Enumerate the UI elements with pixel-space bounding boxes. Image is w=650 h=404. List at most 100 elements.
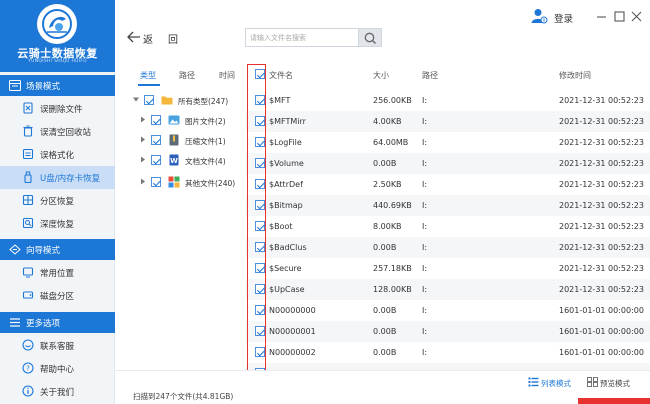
column-header-modified[interactable]: 修改时间	[559, 70, 591, 81]
list-mode-button[interactable]: 列表模式	[541, 378, 571, 389]
sidebar-item-help-center[interactable]: ? 帮助中心	[0, 357, 115, 380]
user-icon[interactable]	[530, 7, 548, 25]
row-checkbox[interactable]	[255, 305, 265, 315]
tree-node-label: 文档文件(4)	[185, 157, 226, 166]
file-modified-cell: 2021-12-31 00:52:23	[559, 201, 644, 210]
tab-type[interactable]: 类型	[140, 70, 156, 81]
sidebar-item-label: 误清空回收站	[40, 128, 92, 138]
file-size-cell: 0.00B	[373, 306, 397, 315]
preview-mode-button[interactable]: 预览模式	[600, 378, 630, 389]
row-checkbox[interactable]	[255, 116, 265, 126]
preview-mode-icon[interactable]	[587, 377, 598, 387]
table-row[interactable]: N00000002 0.00B I: 1601-01-01 00:00:00	[246, 342, 650, 363]
sidebar-item-common-locations[interactable]: 常用位置	[0, 261, 115, 284]
table-row[interactable]: $AttrDef 2.50KB I: 2021-12-31 00:52:23	[246, 174, 650, 195]
location-icon	[22, 267, 34, 278]
maximize-icon[interactable]	[614, 11, 625, 22]
sidebar-item-label: 联系客服	[40, 342, 75, 352]
sidebar-item-label: 误格式化	[40, 151, 75, 161]
select-all-checkbox[interactable]	[255, 69, 265, 79]
sidebar-item-usb-recovery[interactable]: U盘/内存卡恢复	[0, 166, 115, 189]
back-button[interactable]: 返	[143, 31, 153, 46]
tree-node-images[interactable]: 图片文件(2)	[115, 110, 246, 130]
sidebar-item-disk-partition[interactable]: 磁盘分区	[0, 284, 115, 307]
tree-checkbox[interactable]	[151, 115, 161, 125]
table-row[interactable]: $UpCase 128.00KB I: 2021-12-31 00:52:23	[246, 279, 650, 300]
row-checkbox[interactable]	[255, 347, 265, 357]
row-checkbox[interactable]	[255, 242, 265, 252]
file-size-cell: 4.00KB	[373, 117, 402, 126]
info-icon	[22, 385, 34, 397]
tree-node-all-types[interactable]: 所有类型(247)	[115, 90, 246, 110]
tab-path[interactable]: 路径	[179, 70, 195, 81]
table-row[interactable]: $Boot 8.00KB I: 2021-12-31 00:52:23	[246, 216, 650, 237]
tree-node-documents[interactable]: W 文档文件(4)	[115, 150, 246, 170]
close-icon[interactable]	[631, 11, 642, 22]
sidebar-item-recycle-bin[interactable]: 误清空回收站	[0, 120, 115, 143]
table-row[interactable]: $MFT 256.00KB I: 2021-12-31 00:52:23	[246, 90, 650, 111]
row-checkbox[interactable]	[255, 200, 265, 210]
search-button[interactable]	[359, 28, 382, 47]
row-checkbox[interactable]	[255, 263, 265, 273]
caret-right-icon[interactable]	[140, 116, 146, 123]
file-size-cell: 0.00B	[373, 348, 397, 357]
tree-checkbox[interactable]	[151, 177, 161, 187]
row-checkbox[interactable]	[255, 179, 265, 189]
file-name-cell: $Volume	[269, 159, 304, 168]
sidebar-item-deleted-files[interactable]: 误删除文件	[0, 97, 115, 120]
tab-time[interactable]: 时间	[219, 70, 235, 81]
file-path-cell: I:	[422, 201, 428, 210]
column-header-path[interactable]: 路径	[422, 70, 438, 81]
active-tab-indicator	[138, 84, 160, 86]
file-path-cell: I:	[422, 264, 428, 273]
table-row[interactable]: $Secure 257.18KB I: 2021-12-31 00:52:23	[246, 258, 650, 279]
caret-right-icon[interactable]	[140, 156, 146, 163]
sidebar-item-deep-recovery[interactable]: 深度恢复	[0, 212, 115, 235]
row-checkbox[interactable]	[255, 158, 265, 168]
row-checkbox[interactable]	[255, 95, 265, 105]
recover-button[interactable]	[578, 398, 650, 404]
caret-right-icon[interactable]	[140, 178, 146, 185]
file-path-cell: I:	[422, 96, 428, 105]
file-path-cell: I:	[422, 285, 428, 294]
disk-icon	[22, 291, 34, 299]
file-size-cell: 440.69KB	[373, 201, 412, 210]
tree-checkbox[interactable]	[151, 155, 161, 165]
column-header-name[interactable]: 文件名	[269, 70, 293, 81]
tree-node-archives[interactable]: 压缩文件(1)	[115, 130, 246, 150]
table-row[interactable]: $Bitmap 440.69KB I: 2021-12-31 00:52:23	[246, 195, 650, 216]
tree-checkbox[interactable]	[151, 135, 161, 145]
minimize-icon[interactable]	[596, 11, 607, 22]
caret-down-icon[interactable]	[133, 96, 139, 103]
row-checkbox[interactable]	[255, 326, 265, 336]
row-checkbox[interactable]	[255, 221, 265, 231]
table-row[interactable]: $LogFile 64.00MB I: 2021-12-31 00:52:23	[246, 132, 650, 153]
row-checkbox[interactable]	[255, 284, 265, 294]
table-row[interactable]: N00000000 0.00B I: 1601-01-01 00:00:00	[246, 300, 650, 321]
home-button[interactable]: 回	[168, 31, 178, 46]
caret-right-icon[interactable]	[140, 136, 146, 143]
list-mode-icon[interactable]	[528, 377, 539, 387]
table-row[interactable]: $BadClus 0.00B I: 2021-12-31 00:52:23	[246, 237, 650, 258]
tree-checkbox[interactable]	[144, 95, 154, 105]
column-header-size[interactable]: 大小	[373, 70, 389, 81]
file-path-cell: I:	[422, 327, 428, 336]
file-name-cell: $Bitmap	[269, 201, 303, 210]
help-icon: ?	[22, 362, 34, 374]
file-path-cell: I:	[422, 159, 428, 168]
tree-node-others[interactable]: 其他文件(240)	[115, 172, 246, 192]
sidebar-item-about-us[interactable]: 关于我们	[0, 380, 115, 403]
file-size-cell: 0.00B	[373, 243, 397, 252]
sidebar-item-partition-recovery[interactable]: 分区恢复	[0, 189, 115, 212]
sidebar-item-contact-support[interactable]: 联系客服	[0, 334, 115, 357]
file-modified-cell: 2021-12-31 00:52:23	[559, 243, 644, 252]
row-checkbox[interactable]	[255, 137, 265, 147]
table-row[interactable]: $MFTMirr 4.00KB I: 2021-12-31 00:52:23	[246, 111, 650, 132]
table-row[interactable]: $Volume 0.00B I: 2021-12-31 00:52:23	[246, 153, 650, 174]
login-button[interactable]: 登录	[554, 11, 573, 25]
sidebar-item-format[interactable]: 误格式化	[0, 143, 115, 166]
search-input[interactable]	[250, 32, 354, 44]
back-arrow-icon[interactable]	[127, 31, 141, 43]
sidebar-item-label: 分区恢复	[40, 197, 75, 207]
table-row[interactable]: N00000001 0.00B I: 1601-01-01 00:00:00	[246, 321, 650, 342]
